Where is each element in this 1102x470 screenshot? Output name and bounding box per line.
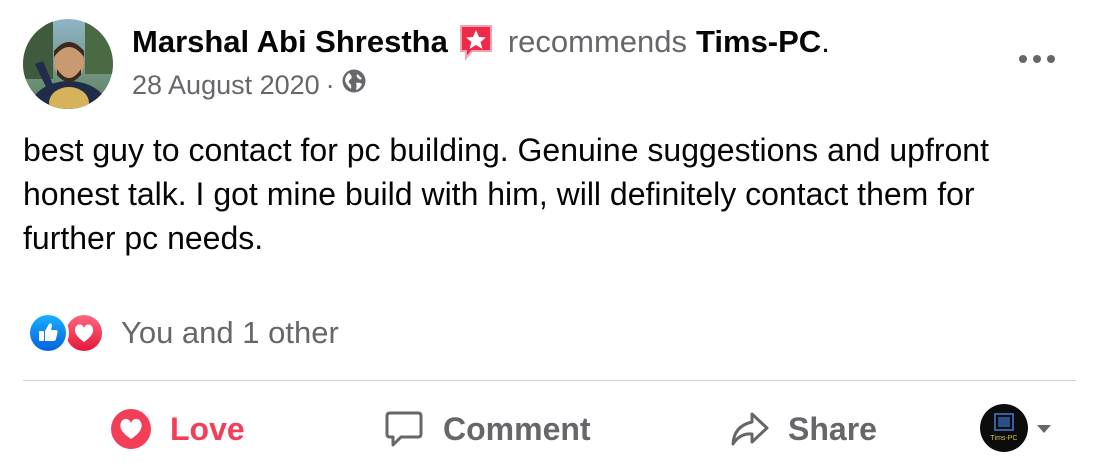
comment-button-label: Comment (443, 410, 591, 447)
globe-icon[interactable] (341, 66, 367, 104)
actions-divider (23, 380, 1076, 381)
reactions-summary[interactable]: You and 1 other (27, 312, 339, 354)
recommends-verb: recommends (507, 24, 688, 59)
page-name-link[interactable]: Tims-PC (696, 20, 821, 64)
post-body: best guy to contact for pc building. Gen… (23, 132, 989, 256)
recommendation-star-icon (458, 23, 494, 61)
comment-icon (385, 411, 423, 447)
post-meta: 28 August 2020 · (132, 66, 367, 104)
more-dots-icon (1019, 55, 1055, 63)
share-icon (731, 412, 769, 446)
comment-button[interactable]: Comment (383, 404, 591, 454)
meta-separator: · (325, 70, 335, 100)
chevron-down-icon[interactable] (1036, 421, 1052, 439)
love-button-label: Love (170, 410, 245, 447)
author-avatar[interactable] (23, 19, 113, 109)
reactions-count-text[interactable]: You and 1 other (121, 315, 339, 351)
love-button[interactable]: Love (110, 404, 245, 454)
header-period: . (821, 24, 830, 59)
page-avatar-selector[interactable]: Tims-PC (980, 404, 1028, 452)
love-reaction-icon (111, 409, 151, 449)
post-header: Marshal Abi Shrestha recommends Tims-PC … (132, 20, 830, 64)
share-button[interactable]: Share (728, 404, 877, 454)
share-button-label: Share (788, 410, 877, 447)
like-icon (27, 312, 69, 354)
love-icon (63, 312, 105, 354)
page-logo-text: Tims-PC (991, 435, 1018, 442)
post-date[interactable]: 28 August 2020 (132, 66, 320, 104)
author-name[interactable]: Marshal Abi Shrestha (132, 20, 448, 64)
more-options-button[interactable] (1015, 46, 1059, 72)
